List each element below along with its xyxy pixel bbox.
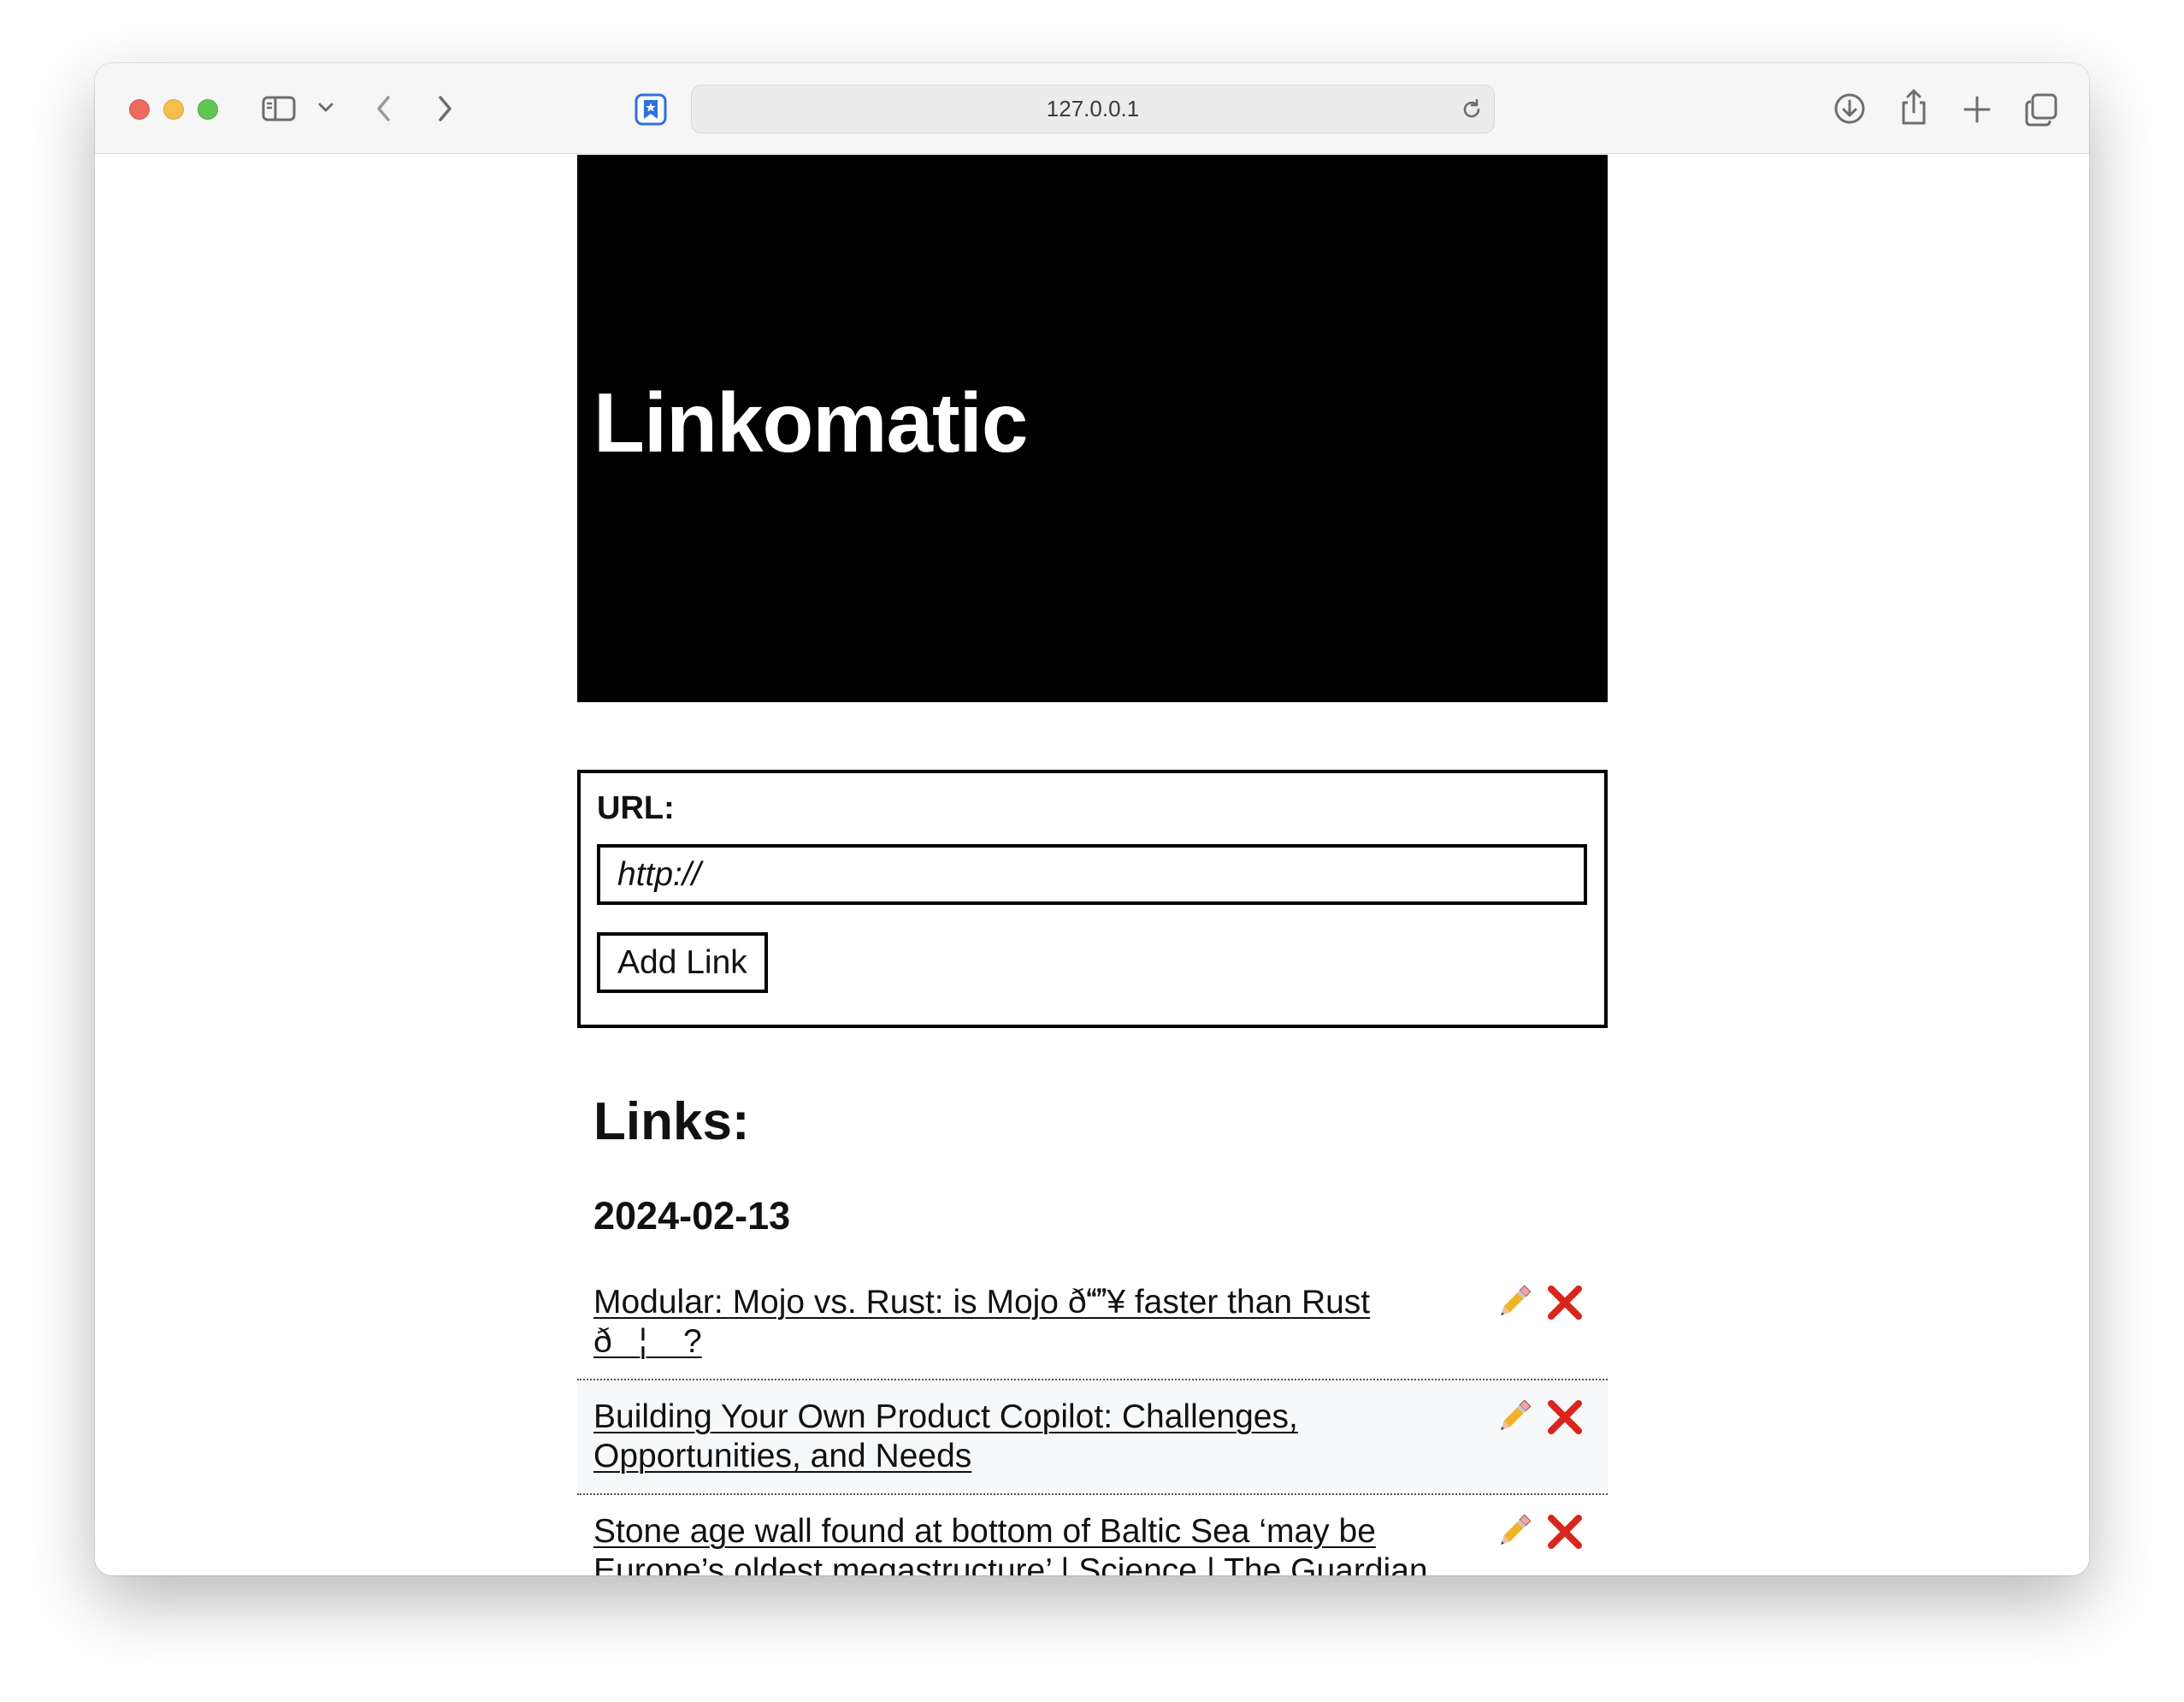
bookmark-star-icon[interactable] xyxy=(635,93,667,126)
maximize-window-button[interactable] xyxy=(198,99,218,120)
url-input[interactable] xyxy=(597,844,1587,905)
link-title[interactable]: Stone age wall found at bottom of Baltic… xyxy=(593,1512,1457,1575)
list-item: Stone age wall found at bottom of Baltic… xyxy=(577,1495,1608,1575)
address-text: 127.0.0.1 xyxy=(1046,96,1140,121)
red-x-icon[interactable] xyxy=(1544,1510,1586,1553)
browser-window: 127.0.0.1 Linkomatic URL: http:// Add Li… xyxy=(95,63,2089,1575)
close-window-button[interactable] xyxy=(129,99,150,120)
download-icon[interactable] xyxy=(1833,92,1867,126)
site-title: Linkomatic xyxy=(593,375,1028,470)
share-icon[interactable] xyxy=(1897,87,1931,127)
link-title[interactable]: Modular: Mojo vs. Rust: is Mojo ð¥ fas… xyxy=(593,1283,1457,1362)
add-link-form: URL: Add Link xyxy=(577,770,1608,1028)
chevron-left-icon[interactable] xyxy=(371,93,397,124)
red-x-icon[interactable] xyxy=(1544,1396,1586,1439)
link-title[interactable]: Building Your Own Product Copilot: Chall… xyxy=(593,1398,1457,1476)
red-x-icon[interactable] xyxy=(1544,1281,1586,1324)
reload-icon[interactable] xyxy=(1460,98,1484,126)
chevron-right-icon[interactable] xyxy=(432,93,457,124)
main-container: Linkomatic URL: Add Link Links: 2024-02-… xyxy=(577,155,1608,1575)
tabs-icon[interactable] xyxy=(2023,92,2059,127)
list-item: Modular: Mojo vs. Rust: is Mojo ð¥ fas… xyxy=(577,1266,1608,1380)
browser-toolbar: 127.0.0.1 xyxy=(95,63,2089,154)
pencil-icon[interactable] xyxy=(1492,1396,1535,1439)
list-item: Building Your Own Product Copilot: Chall… xyxy=(577,1380,1608,1495)
sidebar-icon[interactable] xyxy=(262,93,296,124)
plus-icon[interactable] xyxy=(1960,92,1994,127)
page-content: Linkomatic URL: Add Link Links: 2024-02-… xyxy=(95,155,2089,1575)
date-heading: 2024-02-13 xyxy=(593,1194,791,1238)
hero-banner: Linkomatic xyxy=(577,155,1608,702)
add-link-button[interactable]: Add Link xyxy=(597,932,768,993)
pencil-icon[interactable] xyxy=(1492,1510,1535,1553)
address-bar[interactable]: 127.0.0.1 xyxy=(691,85,1495,133)
links-heading: Links: xyxy=(593,1092,750,1151)
minimize-window-button[interactable] xyxy=(163,99,184,120)
chevron-down-icon[interactable] xyxy=(317,99,334,116)
url-label: URL: xyxy=(597,790,675,826)
pencil-icon[interactable] xyxy=(1492,1281,1535,1324)
link-list: Modular: Mojo vs. Rust: is Mojo ð¥ fas… xyxy=(577,1266,1608,1575)
